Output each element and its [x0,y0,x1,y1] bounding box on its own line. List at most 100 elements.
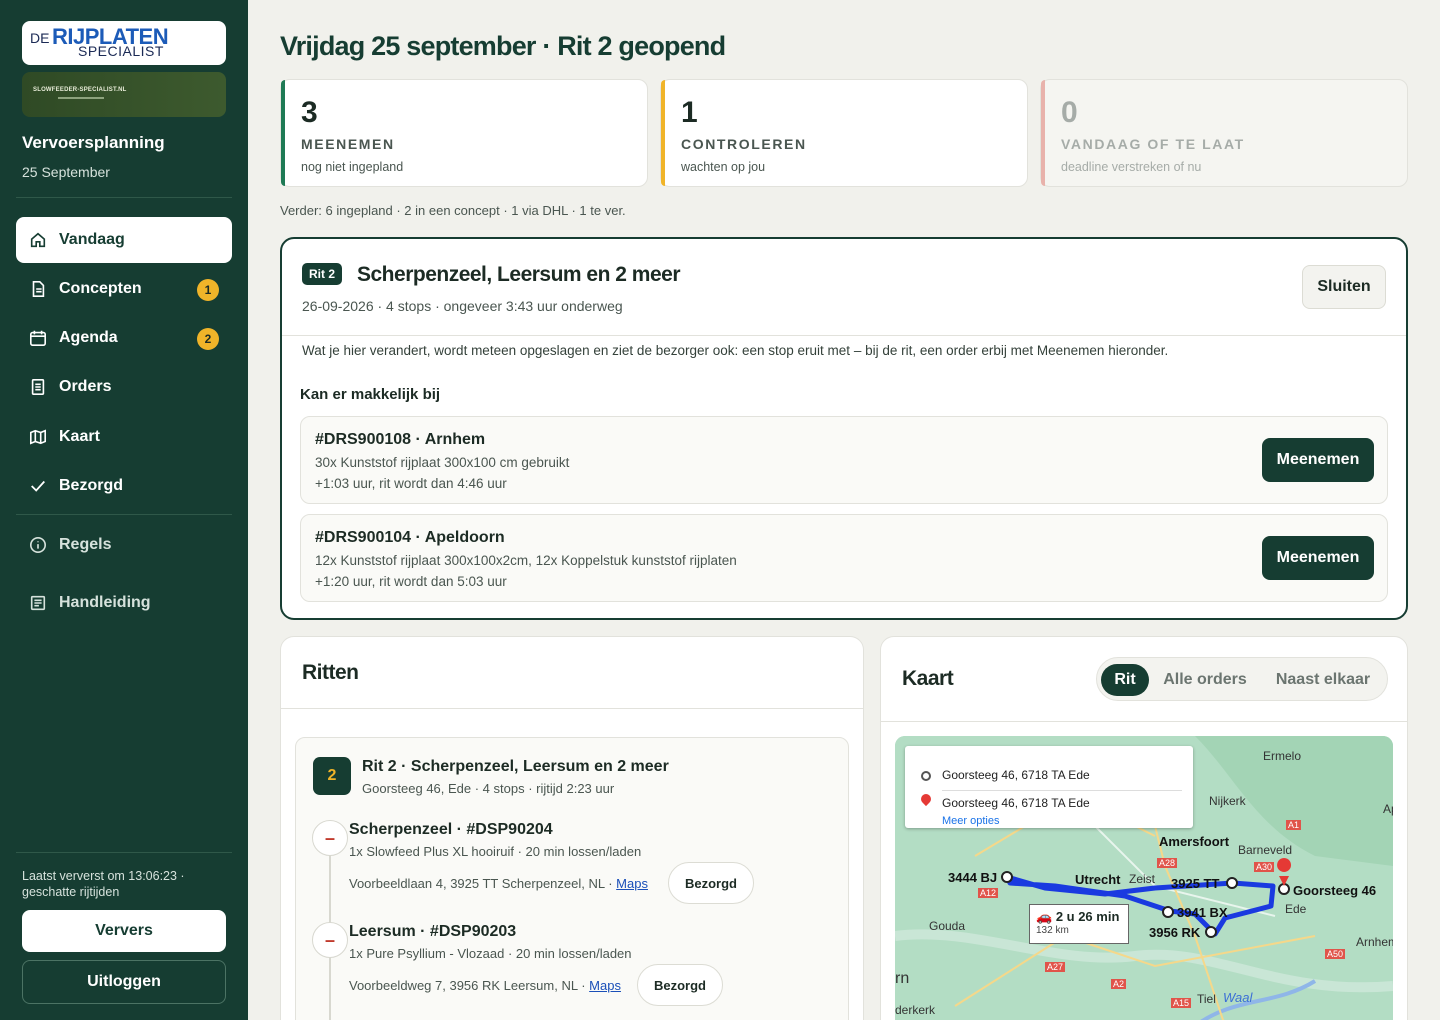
list-icon [31,378,45,396]
map-label: 3444 BJ [948,870,998,885]
further-summary: Verder: 6 ingepland · 2 in een concept ·… [280,203,626,218]
brand-logo[interactable]: DE RIJPLATEN SPECIALIST [22,21,226,65]
road-label: A2 [1111,979,1127,989]
slowfeeder-banner[interactable]: SLOWFEEDER-SPECIALIST.NL [22,72,226,117]
route-map[interactable]: Goorsteeg 46, 6718 TA Ede Goorsteeg 46, … [895,736,1393,1020]
map-label: Amersfoort [1159,834,1230,849]
road-label: A15 [1171,998,1192,1008]
map-label: 3956 RK [1149,925,1201,940]
sidebar-item-bezorgd[interactable]: Bezorgd [16,463,232,509]
sidebar-item-label: Kaart [59,428,100,445]
stop-address: Voorbeeldweg 7, 3956 RK Leersum, NL · Ma… [349,978,621,993]
map-label: Nijkerk [1209,794,1246,808]
stat-accent-bar [1041,80,1045,186]
sidebar-item-vandaag[interactable]: Vandaag [16,217,232,263]
sidebar-item-agenda[interactable]: Agenda 2 [16,315,232,361]
route-meta: Goorsteeg 46, Ede · 4 stops · rijtijd 2:… [362,781,615,796]
candidate-title: #DRS900108 · Arnhem [315,431,486,448]
stop-sub: 1x Pure Psyllium - Vlozaad · 20 min loss… [349,946,632,961]
sidebar-item-kaart[interactable]: Kaart [16,414,232,460]
stat-card-te-laat[interactable]: 0 VANDAAG OF TE LAAT deadline verstreken… [1040,79,1408,187]
meenemen-button[interactable]: Meenemen [1262,438,1374,482]
directions-card[interactable]: Goorsteeg 46, 6718 TA Ede Goorsteeg 46, … [905,746,1193,828]
meenemen-button[interactable]: Meenemen [1262,536,1374,580]
stop-address-text: Voorbeeldlaan 4, 3925 TT Scherpenzeel, N… [349,876,617,891]
bezorgd-button[interactable]: Bezorgd [637,964,723,1006]
tab-rit[interactable]: Rit [1101,664,1149,696]
remove-stop-button[interactable]: – [312,820,348,856]
stat-accent-bar [661,80,665,186]
stat-card-meenemen[interactable]: 3 MEENEMEN nog niet ingepland [280,79,648,187]
map-label: Utrecht [1075,872,1121,887]
sidebar-divider [16,197,232,198]
map-label: derkerk [895,1003,936,1017]
map-label: Ap [1383,802,1393,816]
candidate-desc: 12x Kunststof rijplaat 300x100x2cm, 12x … [315,553,737,568]
map-icon [29,429,47,445]
road-label: A12 [978,888,999,898]
candidate-extra: +1:03 uur, rit wordt dan 4:46 uur [315,476,507,491]
stop-address: Voorbeeldlaan 4, 3925 TT Scherpenzeel, N… [349,876,648,891]
more-options-link[interactable]: Meer opties [942,815,999,827]
route-distance: 132 km [1036,925,1069,936]
remove-stop-button[interactable]: – [312,922,348,958]
sidebar-item-label: Handleiding [59,594,151,611]
sidebar-item-orders[interactable]: Orders [16,364,232,410]
maps-link[interactable]: Maps [589,978,621,993]
rit-name: Scherpenzeel, Leersum en 2 meer [357,263,681,286]
sidebar-item-handleiding[interactable]: Handleiding [16,580,232,626]
sidebar-item-label: Concepten [59,280,142,297]
close-rit-button[interactable]: Sluiten [1302,265,1386,309]
logout-button[interactable]: Uitloggen [22,960,226,1004]
duration-box: 🚗 2 u 26 min 132 km [1029,904,1129,944]
road-label: A1 [1286,820,1302,830]
route-card[interactable]: 2 Rit 2 · Scherpenzeel, Leersum en 2 mee… [295,737,849,1020]
candidate-order: #DRS900104 · Apeldoorn 12x Kunststof rij… [300,514,1388,602]
rit-info-text: Wat je hier verandert, wordt meteen opge… [302,343,1169,358]
sidebar-title: Vervoersplanning [22,133,165,152]
notification-badge: 1 [197,279,219,301]
stat-number: 3 [301,96,318,129]
map-label: Waal [1223,990,1253,1005]
stat-accent-bar [281,80,285,186]
road-label: A50 [1325,949,1346,959]
sidebar-item-label: Orders [59,378,112,395]
map-label: 3925 TT [1171,876,1220,891]
route-destination: Goorsteeg 46, 6718 TA Ede [942,796,1090,810]
map-label: Barneveld [1238,843,1293,857]
maps-link[interactable]: Maps [616,876,648,891]
open-rit-card: Rit 2 Scherpenzeel, Leersum en 2 meer 26… [280,237,1408,620]
sidebar-item-label: Regels [59,536,112,553]
map-label: Ede [1285,902,1307,916]
candidate-title: #DRS900104 · Apeldoorn [315,529,505,546]
refresh-button[interactable]: Ververs [22,910,226,952]
page-title: Vrijdag 25 september · Rit 2 geopend [280,31,726,61]
stat-number: 1 [681,96,698,129]
stat-label: VANDAAG OF TE LAAT [1061,136,1245,152]
candidate-order: #DRS900108 · Arnhem 30x Kunststof rijpla… [300,416,1388,504]
banner-line [58,97,104,99]
route-number: 2 [313,757,351,795]
sidebar-item-regels[interactable]: Regels [16,522,232,568]
sidebar-date: 25 September [22,164,110,180]
stop-sub: 1x Slowfeed Plus XL hooiruif · 20 min lo… [349,844,642,859]
ritten-panel: Ritten 2 Rit 2 · Scherpenzeel, Leersum e… [280,636,864,1020]
ritten-title: Ritten [302,661,359,684]
map-label: Tiel [1197,992,1216,1006]
destination-pin-icon [918,791,934,807]
check-icon [31,480,45,492]
tab-naast-elkaar[interactable]: Naast elkaar [1263,664,1383,696]
directions-divider [942,790,1182,791]
road-label: A30 [1254,862,1275,872]
sidebar-item-label: Bezorgd [59,477,123,494]
tab-alle-orders[interactable]: Alle orders [1155,664,1255,696]
sidebar-item-concepten[interactable]: Concepten 1 [16,266,232,312]
map-label: Gouda [929,919,966,933]
kaart-title: Kaart [902,667,954,690]
map-label: Goorsteeg 46 [1293,883,1377,898]
manual-icon [30,595,46,611]
home-icon [30,232,46,248]
document-icon [32,280,45,298]
bezorgd-button[interactable]: Bezorgd [668,862,754,904]
stat-card-controleren[interactable]: 1 CONTROLEREN wachten op jou [660,79,1028,187]
